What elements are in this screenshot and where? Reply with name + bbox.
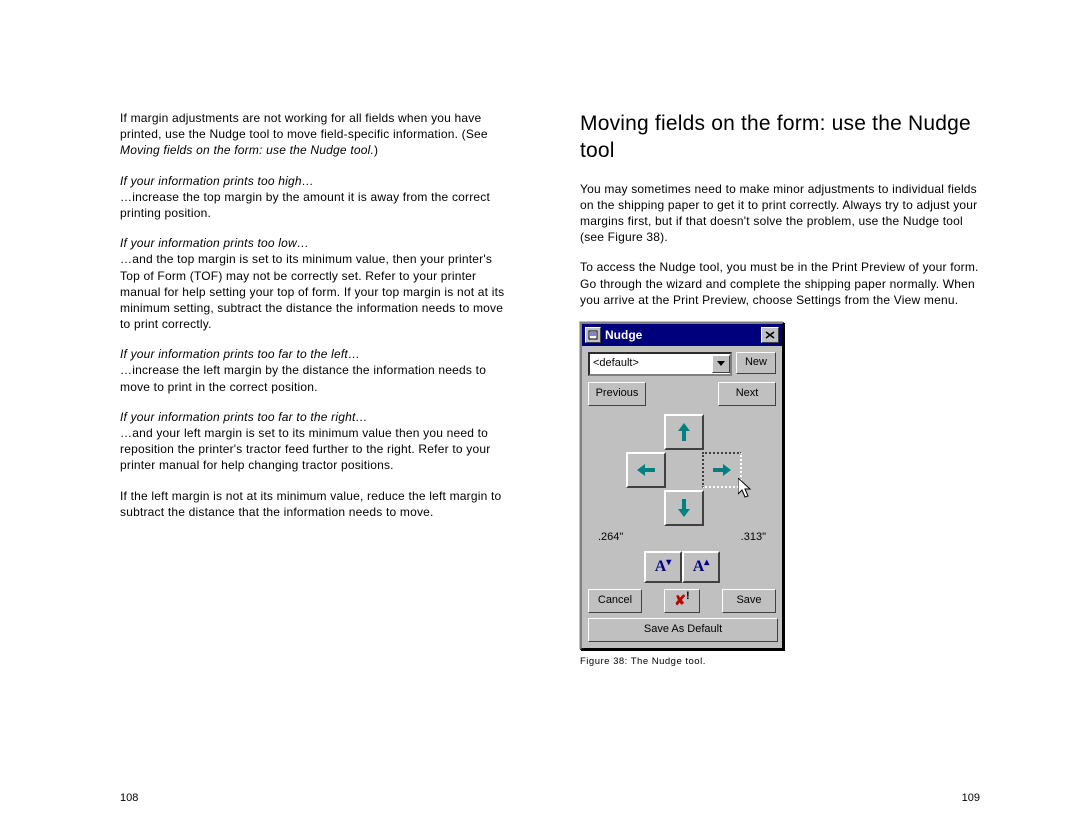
cancel-button[interactable]: Cancel <box>588 589 642 613</box>
new-button[interactable]: New <box>736 352 776 374</box>
save-as-default-button[interactable]: Save As Default <box>588 618 778 642</box>
titlebar[interactable]: Nudge <box>582 324 782 346</box>
close-button[interactable] <box>761 327 779 343</box>
preset-value: <default> <box>593 356 639 371</box>
page-number-left: 108 <box>120 792 138 804</box>
text: If the left margin is not at its minimum… <box>120 489 501 519</box>
sub-heading: If your information prints too far to th… <box>120 347 360 361</box>
cursor-icon <box>738 478 756 500</box>
font-smaller-button[interactable]: A▾ <box>644 551 682 583</box>
para-left: If your information prints too far to th… <box>120 346 510 395</box>
nudge-left-button[interactable] <box>626 452 666 488</box>
para-high: If your information prints too high… …in… <box>120 173 510 222</box>
text: …and the top margin is set to its minimu… <box>120 252 504 331</box>
section-heading: Moving fields on the form: use the Nudge… <box>580 110 980 165</box>
text: If margin adjustments are not working fo… <box>120 111 488 141</box>
para-low: If your information prints too low… …and… <box>120 235 510 332</box>
nudge-down-button[interactable] <box>664 490 704 526</box>
sub-heading: If your information prints too high… <box>120 174 314 188</box>
right-measurement: .313" <box>741 530 766 545</box>
text: …increase the left margin by the distanc… <box>120 363 486 393</box>
arrow-pad <box>622 414 742 524</box>
text: ) <box>374 143 378 157</box>
figure-caption: Figure 38: The Nudge tool. <box>580 656 980 669</box>
sub-heading: If your information prints too low… <box>120 236 309 250</box>
nudge-right-button[interactable] <box>702 452 742 488</box>
text: …increase the top margin by the amount i… <box>120 190 490 220</box>
para-final: If the left margin is not at its minimum… <box>120 488 510 520</box>
text: …and your left margin is set to its mini… <box>120 426 490 472</box>
preset-dropdown[interactable]: <default> <box>588 352 732 376</box>
nudge-up-button[interactable] <box>664 414 704 450</box>
delete-button[interactable]: ✘! <box>664 589 700 613</box>
font-larger-button[interactable]: A▴ <box>682 551 720 583</box>
previous-button[interactable]: Previous <box>588 382 646 406</box>
form-icon <box>585 327 601 343</box>
page-number-right: 109 <box>962 792 980 804</box>
title-text: Nudge <box>605 327 642 343</box>
measurements: .264" .313" <box>588 530 776 545</box>
left-page: If margin adjustments are not working fo… <box>120 110 510 669</box>
save-button[interactable]: Save <box>722 589 776 613</box>
dropdown-arrow-icon[interactable] <box>712 355 730 373</box>
text-italic: Moving fields on the form: use the Nudge… <box>120 143 374 157</box>
next-button[interactable]: Next <box>718 382 776 406</box>
para-right: If your information prints too far to th… <box>120 409 510 474</box>
sub-heading: If your information prints too far to th… <box>120 410 368 424</box>
para-r2: To access the Nudge tool, you must be in… <box>580 259 980 308</box>
left-measurement: .264" <box>598 530 623 545</box>
nudge-dialog: Nudge <default> New Previo <box>580 322 784 650</box>
para-intro: If margin adjustments are not working fo… <box>120 110 510 159</box>
para-r1: You may sometimes need to make minor adj… <box>580 181 980 246</box>
right-page: Moving fields on the form: use the Nudge… <box>580 110 980 669</box>
